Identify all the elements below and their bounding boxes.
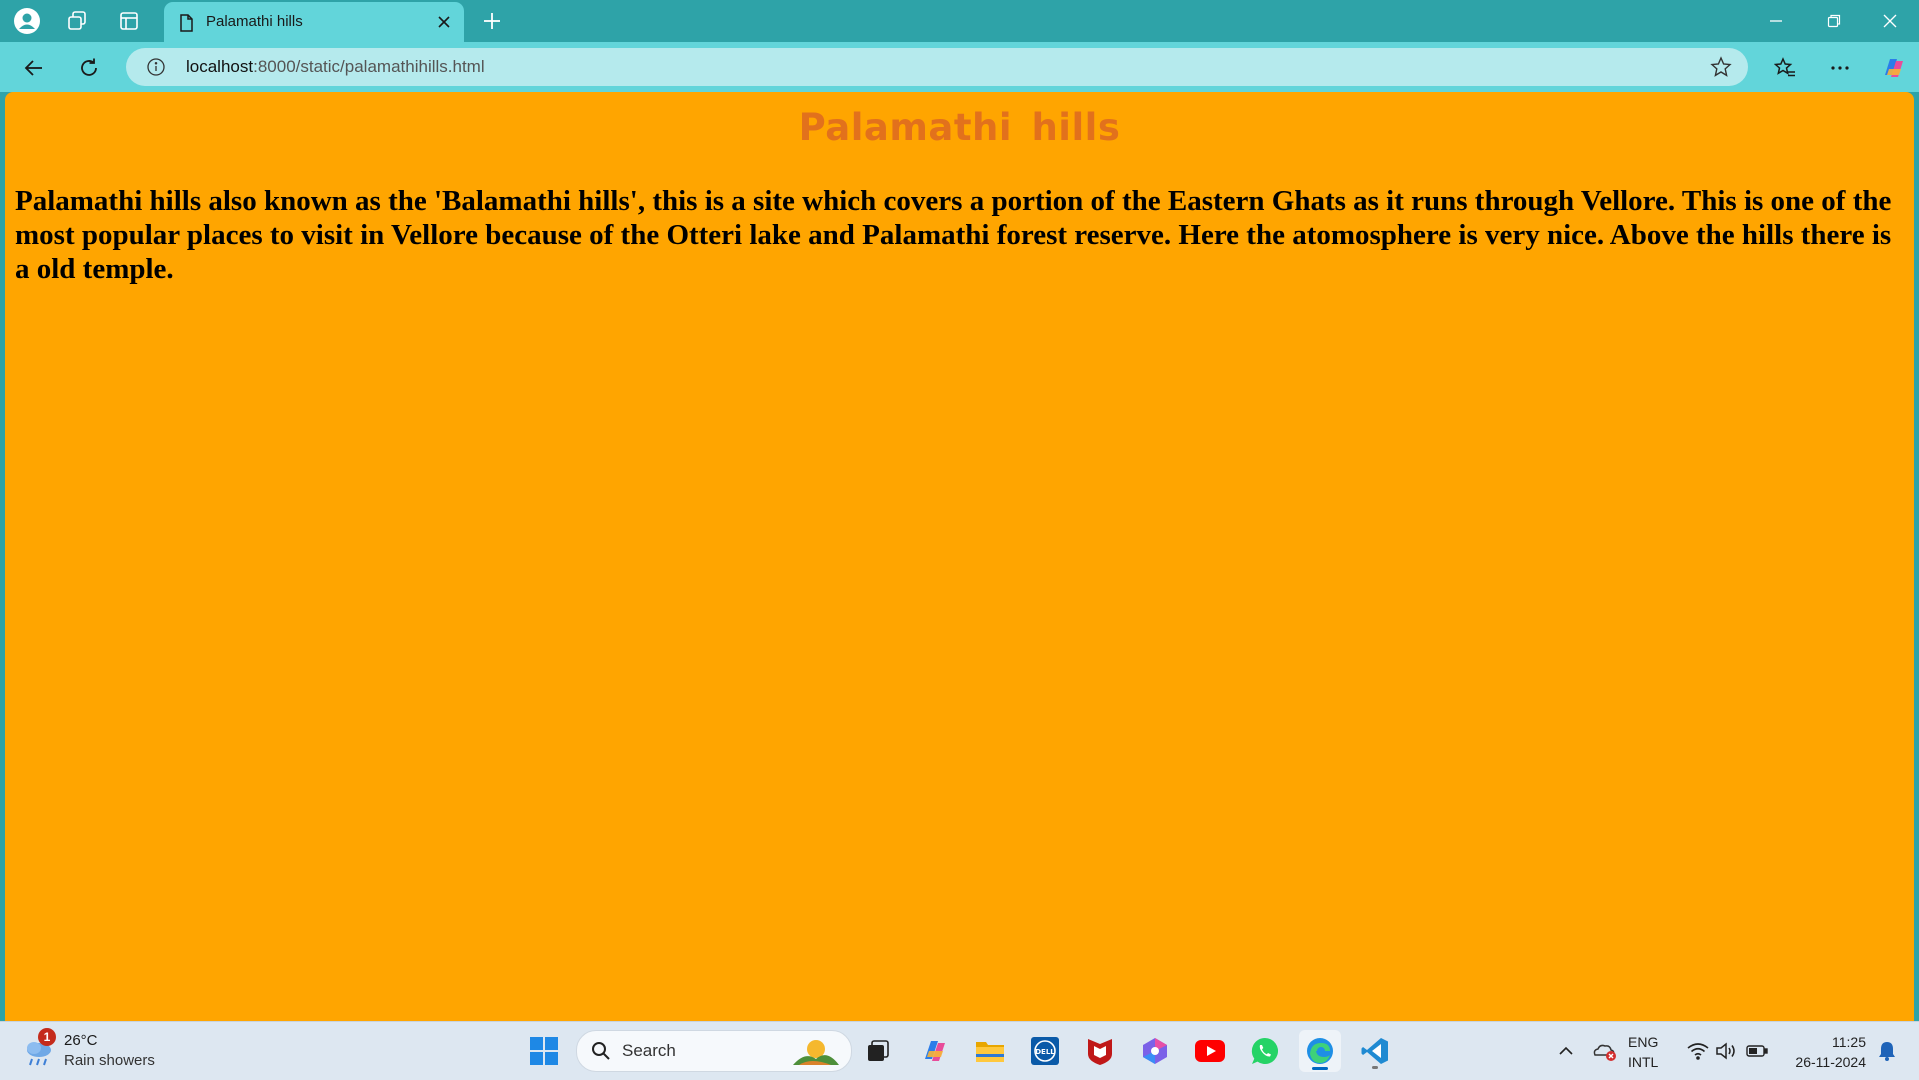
- microsoft-365-icon[interactable]: [1134, 1030, 1176, 1072]
- search-highlight-icon: [791, 1035, 841, 1067]
- page-viewport: Palamathi hills Palamathi hills also kno…: [5, 92, 1914, 1021]
- whatsapp-icon[interactable]: [1244, 1030, 1286, 1072]
- close-tab-icon[interactable]: [430, 8, 458, 36]
- new-tab-icon[interactable]: [476, 5, 508, 37]
- page-icon: [176, 13, 196, 33]
- wifi-icon[interactable]: [1684, 1022, 1712, 1080]
- url-text[interactable]: localhost:8000/static/palamathihills.htm…: [186, 57, 485, 77]
- url-host: localhost: [186, 57, 254, 76]
- vertical-tabs-icon[interactable]: [112, 5, 146, 37]
- svg-text:DELL: DELL: [1035, 1048, 1055, 1056]
- weather-description[interactable]: Rain showers: [64, 1052, 155, 1069]
- taskbar-search-box[interactable]: Search: [576, 1030, 852, 1072]
- address-bar[interactable]: localhost:8000/static/palamathihills.htm…: [126, 48, 1748, 86]
- browser-toolbar: localhost:8000/static/palamathihills.htm…: [0, 42, 1919, 92]
- close-window-icon[interactable]: [1862, 0, 1918, 42]
- page-title: Palamathi hills: [798, 106, 1121, 149]
- search-label: Search: [622, 1041, 676, 1060]
- vscode-icon[interactable]: [1354, 1030, 1396, 1072]
- taskbar-clock[interactable]: 11:25 26-11-2024: [1780, 1032, 1866, 1072]
- onedrive-error-icon[interactable]: [1588, 1022, 1620, 1080]
- tab-palamathi-hills[interactable]: Palamathi hills: [164, 2, 464, 42]
- input-language[interactable]: ENG INTL: [1628, 1032, 1658, 1072]
- edge-icon[interactable]: [1299, 1030, 1341, 1072]
- favorites-icon[interactable]: [1767, 50, 1803, 86]
- favorite-star-icon[interactable]: [1710, 56, 1732, 78]
- minimize-icon[interactable]: [1748, 0, 1804, 42]
- page-paragraph: Palamathi hills also known as the 'Balam…: [15, 185, 1892, 285]
- volume-icon[interactable]: [1712, 1022, 1740, 1080]
- youtube-icon[interactable]: [1189, 1030, 1231, 1072]
- keyboard-layout: INTL: [1628, 1054, 1659, 1070]
- copilot-icon[interactable]: [1876, 50, 1912, 86]
- clock-date: 26-11-2024: [1795, 1054, 1866, 1070]
- active-indicator: [1312, 1067, 1328, 1070]
- language-code: ENG: [1628, 1034, 1659, 1050]
- search-icon: [591, 1041, 611, 1061]
- show-hidden-icons-chevron-icon[interactable]: [1552, 1022, 1580, 1080]
- workspaces-icon[interactable]: [60, 5, 94, 37]
- mcafee-icon[interactable]: [1079, 1030, 1121, 1072]
- dell-icon[interactable]: DELL: [1024, 1030, 1066, 1072]
- refresh-icon[interactable]: [71, 50, 107, 86]
- restore-icon[interactable]: [1806, 0, 1862, 42]
- url-path: :8000/static/palamathihills.html: [253, 57, 485, 76]
- running-indicator: [1372, 1066, 1378, 1069]
- profile-avatar-icon[interactable]: [10, 5, 44, 37]
- start-icon[interactable]: [523, 1030, 565, 1072]
- battery-icon[interactable]: [1742, 1022, 1772, 1080]
- tab-title: Palamathi hills: [206, 13, 303, 30]
- clock-time: 11:25: [1832, 1034, 1866, 1050]
- copilot-app-icon[interactable]: [914, 1030, 956, 1072]
- weather-temperature[interactable]: 26°C: [64, 1032, 98, 1049]
- windows-taskbar: 1 26°C Rain showers Search DELL ENG INTL…: [0, 1021, 1919, 1080]
- notification-bell-icon[interactable]: [1872, 1022, 1902, 1080]
- browser-title-bar: Palamathi hills: [0, 0, 1919, 42]
- weather-notification-badge: 1: [38, 1028, 56, 1046]
- file-explorer-icon[interactable]: [969, 1030, 1011, 1072]
- more-options-icon[interactable]: [1822, 50, 1858, 86]
- back-arrow-icon[interactable]: [16, 50, 52, 86]
- site-info-icon[interactable]: [146, 57, 166, 77]
- task-view-icon[interactable]: [857, 1030, 899, 1072]
